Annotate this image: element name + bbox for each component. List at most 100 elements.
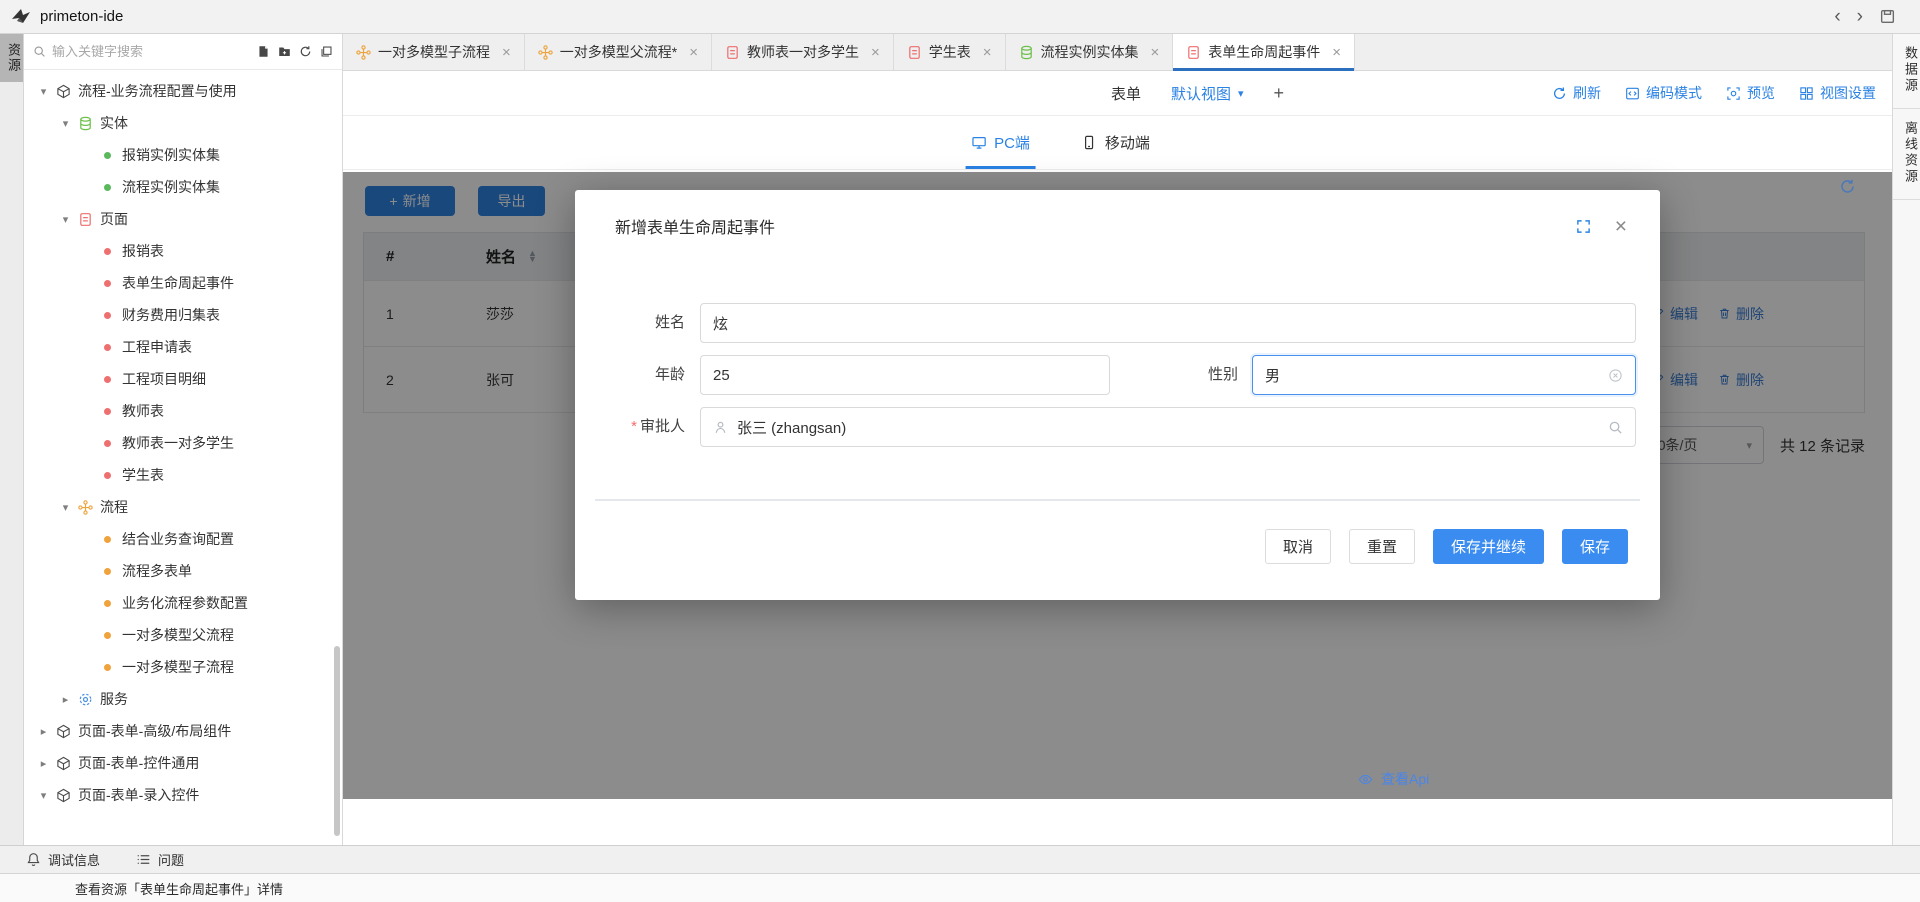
tree-item[interactable]: ▾ 流程-业务流程配置与使用 — [24, 75, 342, 107]
tree-item[interactable]: 教师表一对多学生 — [24, 427, 342, 459]
caret-icon[interactable]: ▾ — [60, 213, 71, 226]
rail-tab-0[interactable]: 数据源 — [1893, 34, 1920, 109]
collapse-all-icon[interactable] — [320, 45, 333, 58]
new-resource-icon[interactable] — [257, 45, 270, 58]
new-record-modal: 新增表单生命周起事件 × 姓名 炫 年龄 25 性别 男 — [575, 190, 1660, 600]
tree-item-label: 流程-业务流程配置与使用 — [78, 81, 237, 101]
expand-icon[interactable] — [1576, 219, 1591, 234]
window-icon[interactable] — [1879, 8, 1896, 25]
tree-item[interactable]: ▾ 页面-表单-录入控件 — [24, 779, 342, 811]
tree-item[interactable]: ▸ 页面-表单-高级/布局组件 — [24, 715, 342, 747]
close-icon[interactable]: × — [871, 44, 880, 61]
tab-pc[interactable]: PC端 — [971, 116, 1030, 169]
save-button[interactable]: 保存 — [1562, 529, 1628, 564]
tree-item[interactable]: 报销表 — [24, 235, 342, 267]
age-field[interactable]: 25 — [700, 355, 1110, 395]
tree-item[interactable]: ▾ 流程 — [24, 491, 342, 523]
tree-item-label: 结合业务查询配置 — [122, 529, 234, 549]
tree-item[interactable]: ▸ 服务 — [24, 683, 342, 715]
debug-info-button[interactable]: 调试信息 — [26, 850, 100, 869]
close-icon[interactable]: × — [983, 44, 992, 61]
person-icon — [713, 420, 728, 435]
name-field[interactable]: 炫 — [700, 303, 1636, 343]
close-icon[interactable]: × — [689, 44, 698, 61]
editor-tab[interactable]: 一对多模型子流程 × — [343, 34, 525, 70]
code-icon — [1625, 86, 1640, 101]
tree-item[interactable]: 财务费用归集表 — [24, 299, 342, 331]
tree-item-label: 一对多模型子流程 — [122, 657, 234, 677]
editor-tab[interactable]: 一对多模型父流程* × — [525, 34, 712, 70]
caret-icon[interactable]: ▸ — [38, 757, 49, 770]
tree-item[interactable]: 结合业务查询配置 — [24, 523, 342, 555]
编码模式-button[interactable]: 编码模式 — [1625, 83, 1702, 103]
doc-icon — [725, 45, 740, 60]
rail-tab-1[interactable]: 离线资源 — [1893, 109, 1920, 200]
tree-item[interactable]: 工程申请表 — [24, 331, 342, 363]
rail-tab-resources[interactable]: 资源 — [0, 34, 23, 82]
dot-icon — [104, 376, 111, 383]
view-api-link[interactable]: 查看Api — [1358, 769, 1429, 789]
caret-icon[interactable]: ▾ — [60, 501, 71, 514]
cube-icon — [56, 724, 71, 739]
dot-icon — [104, 408, 111, 415]
search-icon[interactable] — [1608, 420, 1623, 435]
title-bar: primeton-ide ‹ › — [0, 0, 1920, 34]
caret-icon[interactable]: ▸ — [60, 693, 71, 706]
view-selector[interactable]: 默认视图 ▾ — [1171, 83, 1244, 104]
tab-mobile[interactable]: 移动端 — [1082, 116, 1150, 169]
add-view-button[interactable]: + — [1274, 83, 1285, 104]
tree-item[interactable]: 流程实例实体集 — [24, 171, 342, 203]
new-folder-icon[interactable] — [278, 45, 291, 58]
tree-item[interactable]: 学生表 — [24, 459, 342, 491]
tree-item[interactable]: 一对多模型子流程 — [24, 651, 342, 683]
dot-icon — [104, 536, 111, 543]
tree-item-label: 页面-表单-录入控件 — [78, 785, 199, 805]
refresh-tree-icon[interactable] — [299, 45, 312, 58]
reset-button[interactable]: 重置 — [1349, 529, 1415, 564]
monitor-icon — [971, 135, 986, 150]
tree-item[interactable]: 报销实例实体集 — [24, 139, 342, 171]
视图设置-button[interactable]: 视图设置 — [1799, 83, 1876, 103]
editor-tab[interactable]: 流程实例实体集 × — [1006, 34, 1174, 70]
nav-forward-icon[interactable]: › — [1857, 7, 1863, 26]
content-refresh-icon[interactable] — [1839, 178, 1856, 195]
刷新-button[interactable]: 刷新 — [1552, 83, 1601, 103]
approver-field[interactable]: 张三 (zhangsan) — [700, 407, 1636, 447]
tree-item[interactable]: 教师表 — [24, 395, 342, 427]
status-bar: 查看资源「表单生命周起事件」详情 — [0, 873, 1920, 902]
grid-icon — [1799, 86, 1814, 101]
gender-field[interactable]: 男 — [1252, 355, 1636, 395]
cube-icon — [56, 788, 71, 803]
clear-icon[interactable] — [1608, 368, 1623, 383]
tree-item[interactable]: 流程多表单 — [24, 555, 342, 587]
save-continue-button[interactable]: 保存并继续 — [1433, 529, 1544, 564]
caret-icon[interactable]: ▾ — [38, 789, 49, 802]
caret-icon[interactable]: ▸ — [38, 725, 49, 738]
tree-item[interactable]: ▸ 页面-表单-控件通用 — [24, 747, 342, 779]
editor-tab[interactable]: 学生表 × — [894, 34, 1006, 70]
tree-item[interactable]: ▾ 页面 — [24, 203, 342, 235]
editor-tab[interactable]: 教师表一对多学生 × — [712, 34, 894, 70]
close-icon[interactable]: × — [1151, 44, 1160, 61]
dot-icon — [104, 248, 111, 255]
problems-button[interactable]: 问题 — [136, 850, 184, 869]
close-icon[interactable]: × — [502, 44, 511, 61]
cancel-button[interactable]: 取消 — [1265, 529, 1331, 564]
tree-item[interactable]: 表单生命周起事件 — [24, 267, 342, 299]
editor-tab[interactable]: 表单生命周起事件 × — [1173, 34, 1355, 70]
tree-item[interactable]: ▾ 实体 — [24, 107, 342, 139]
tree-item[interactable]: 业务化流程参数配置 — [24, 587, 342, 619]
sidebar-scrollbar[interactable] — [334, 646, 340, 836]
chevron-down-icon: ▾ — [1238, 87, 1244, 100]
预览-button[interactable]: 预览 — [1726, 83, 1775, 103]
caret-icon[interactable]: ▾ — [60, 117, 71, 130]
nav-back-icon[interactable]: ‹ — [1834, 7, 1840, 26]
approver-label: *审批人 — [575, 407, 685, 447]
search-input[interactable] — [52, 44, 251, 59]
caret-icon[interactable]: ▾ — [38, 85, 49, 98]
tree-item[interactable]: 一对多模型父流程 — [24, 619, 342, 651]
close-icon[interactable]: × — [1332, 44, 1341, 61]
tree-item[interactable]: 工程项目明细 — [24, 363, 342, 395]
tree-item-label: 教师表 — [122, 401, 164, 421]
close-icon[interactable]: × — [1615, 216, 1627, 237]
